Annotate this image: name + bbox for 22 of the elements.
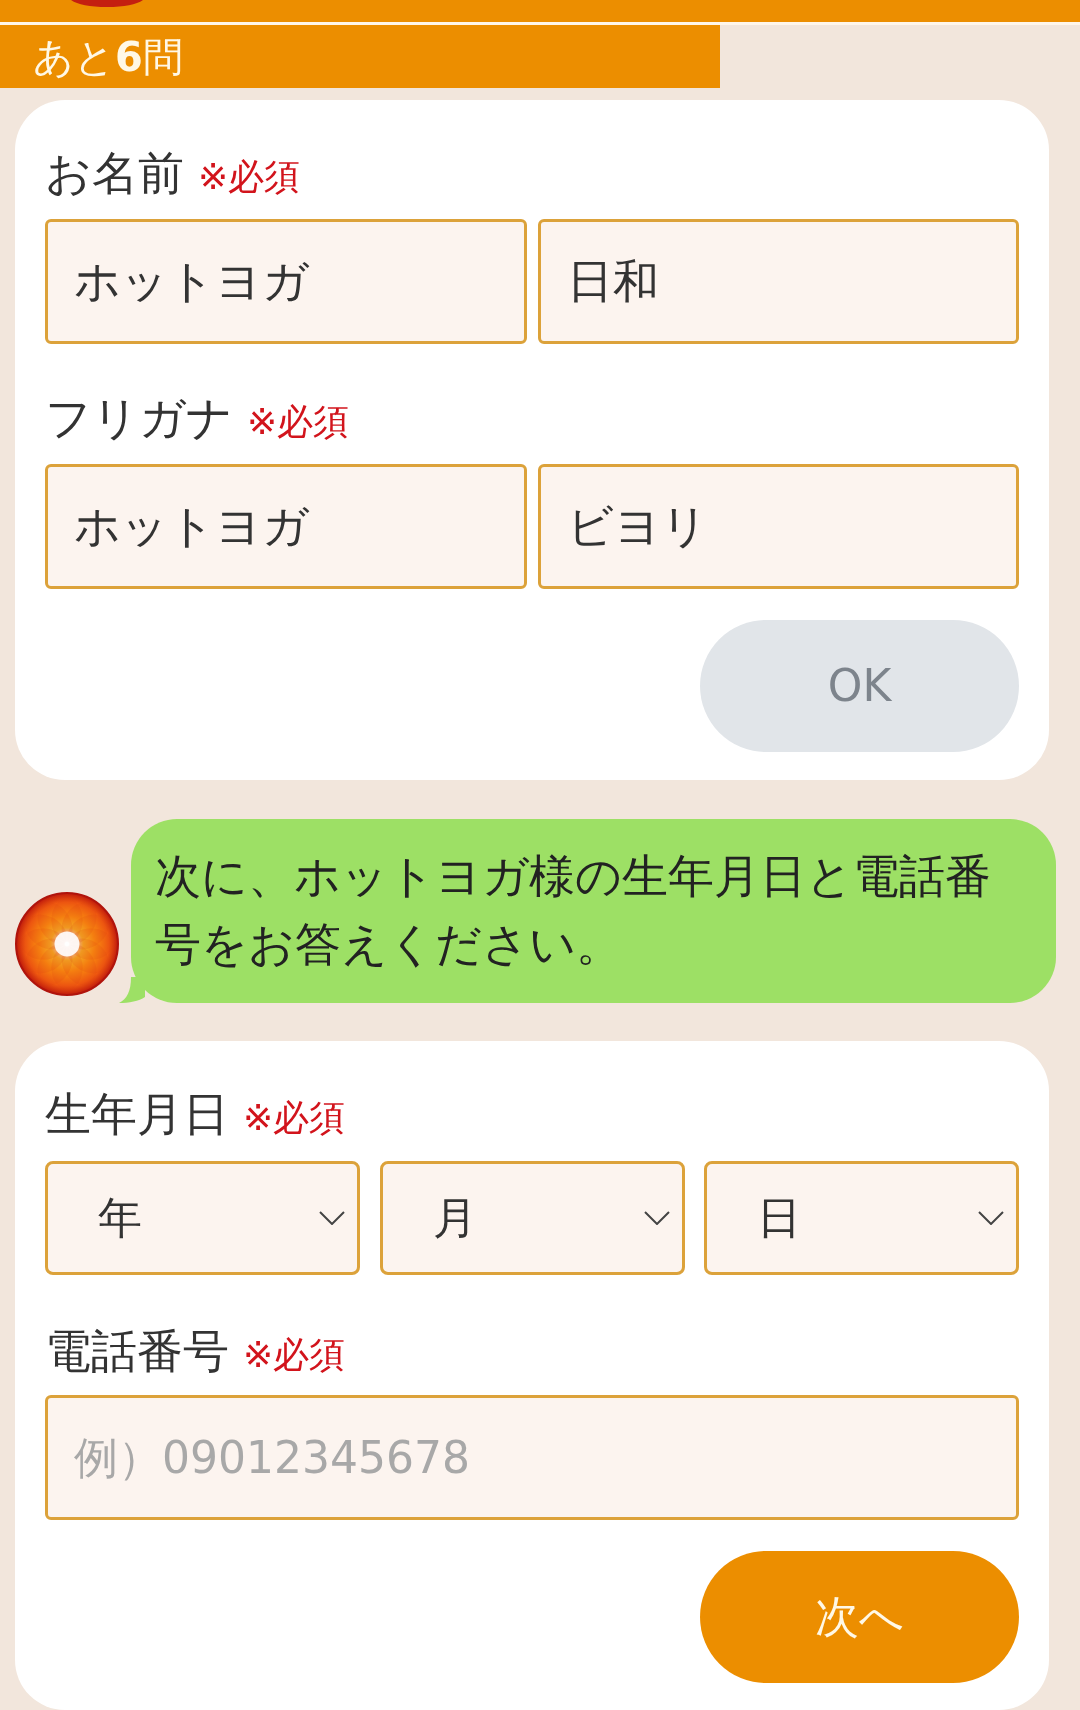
text-field[interactable]: ホットヨガ — [45, 219, 527, 344]
text-field[interactable]: ホットヨガ — [45, 464, 527, 589]
dropdown-field[interactable]: 月 — [379, 1161, 685, 1275]
dropdown-field[interactable]: 日 — [704, 1161, 1019, 1275]
field-label: フリガナ — [45, 390, 233, 446]
required-note: ※必須 — [243, 1333, 346, 1377]
required-note: ※必須 — [243, 1096, 346, 1140]
phone-field[interactable]: 例）09012345678 — [45, 1395, 1019, 1520]
field-label: お名前 — [45, 145, 184, 201]
chevron-down-icon — [978, 1211, 1004, 1225]
avatar-icon — [15, 892, 119, 996]
chevron-down-icon — [643, 1211, 670, 1225]
chat-message: 次に、ホットヨガ様の生年月日と電話番号をお答えください。 — [155, 848, 992, 973]
dropdown-field[interactable]: 年 — [45, 1161, 360, 1275]
chevron-down-icon — [319, 1211, 345, 1225]
required-note: ※必須 — [198, 155, 301, 199]
avatar-icon — [71, 0, 143, 7]
required-note: ※必須 — [247, 400, 350, 444]
field-label: 電話番号 — [45, 1323, 229, 1379]
text-field[interactable]: ビヨリ — [537, 464, 1019, 589]
field-label: 生年月日 — [45, 1086, 229, 1142]
text-field[interactable]: 日和 — [537, 219, 1019, 344]
